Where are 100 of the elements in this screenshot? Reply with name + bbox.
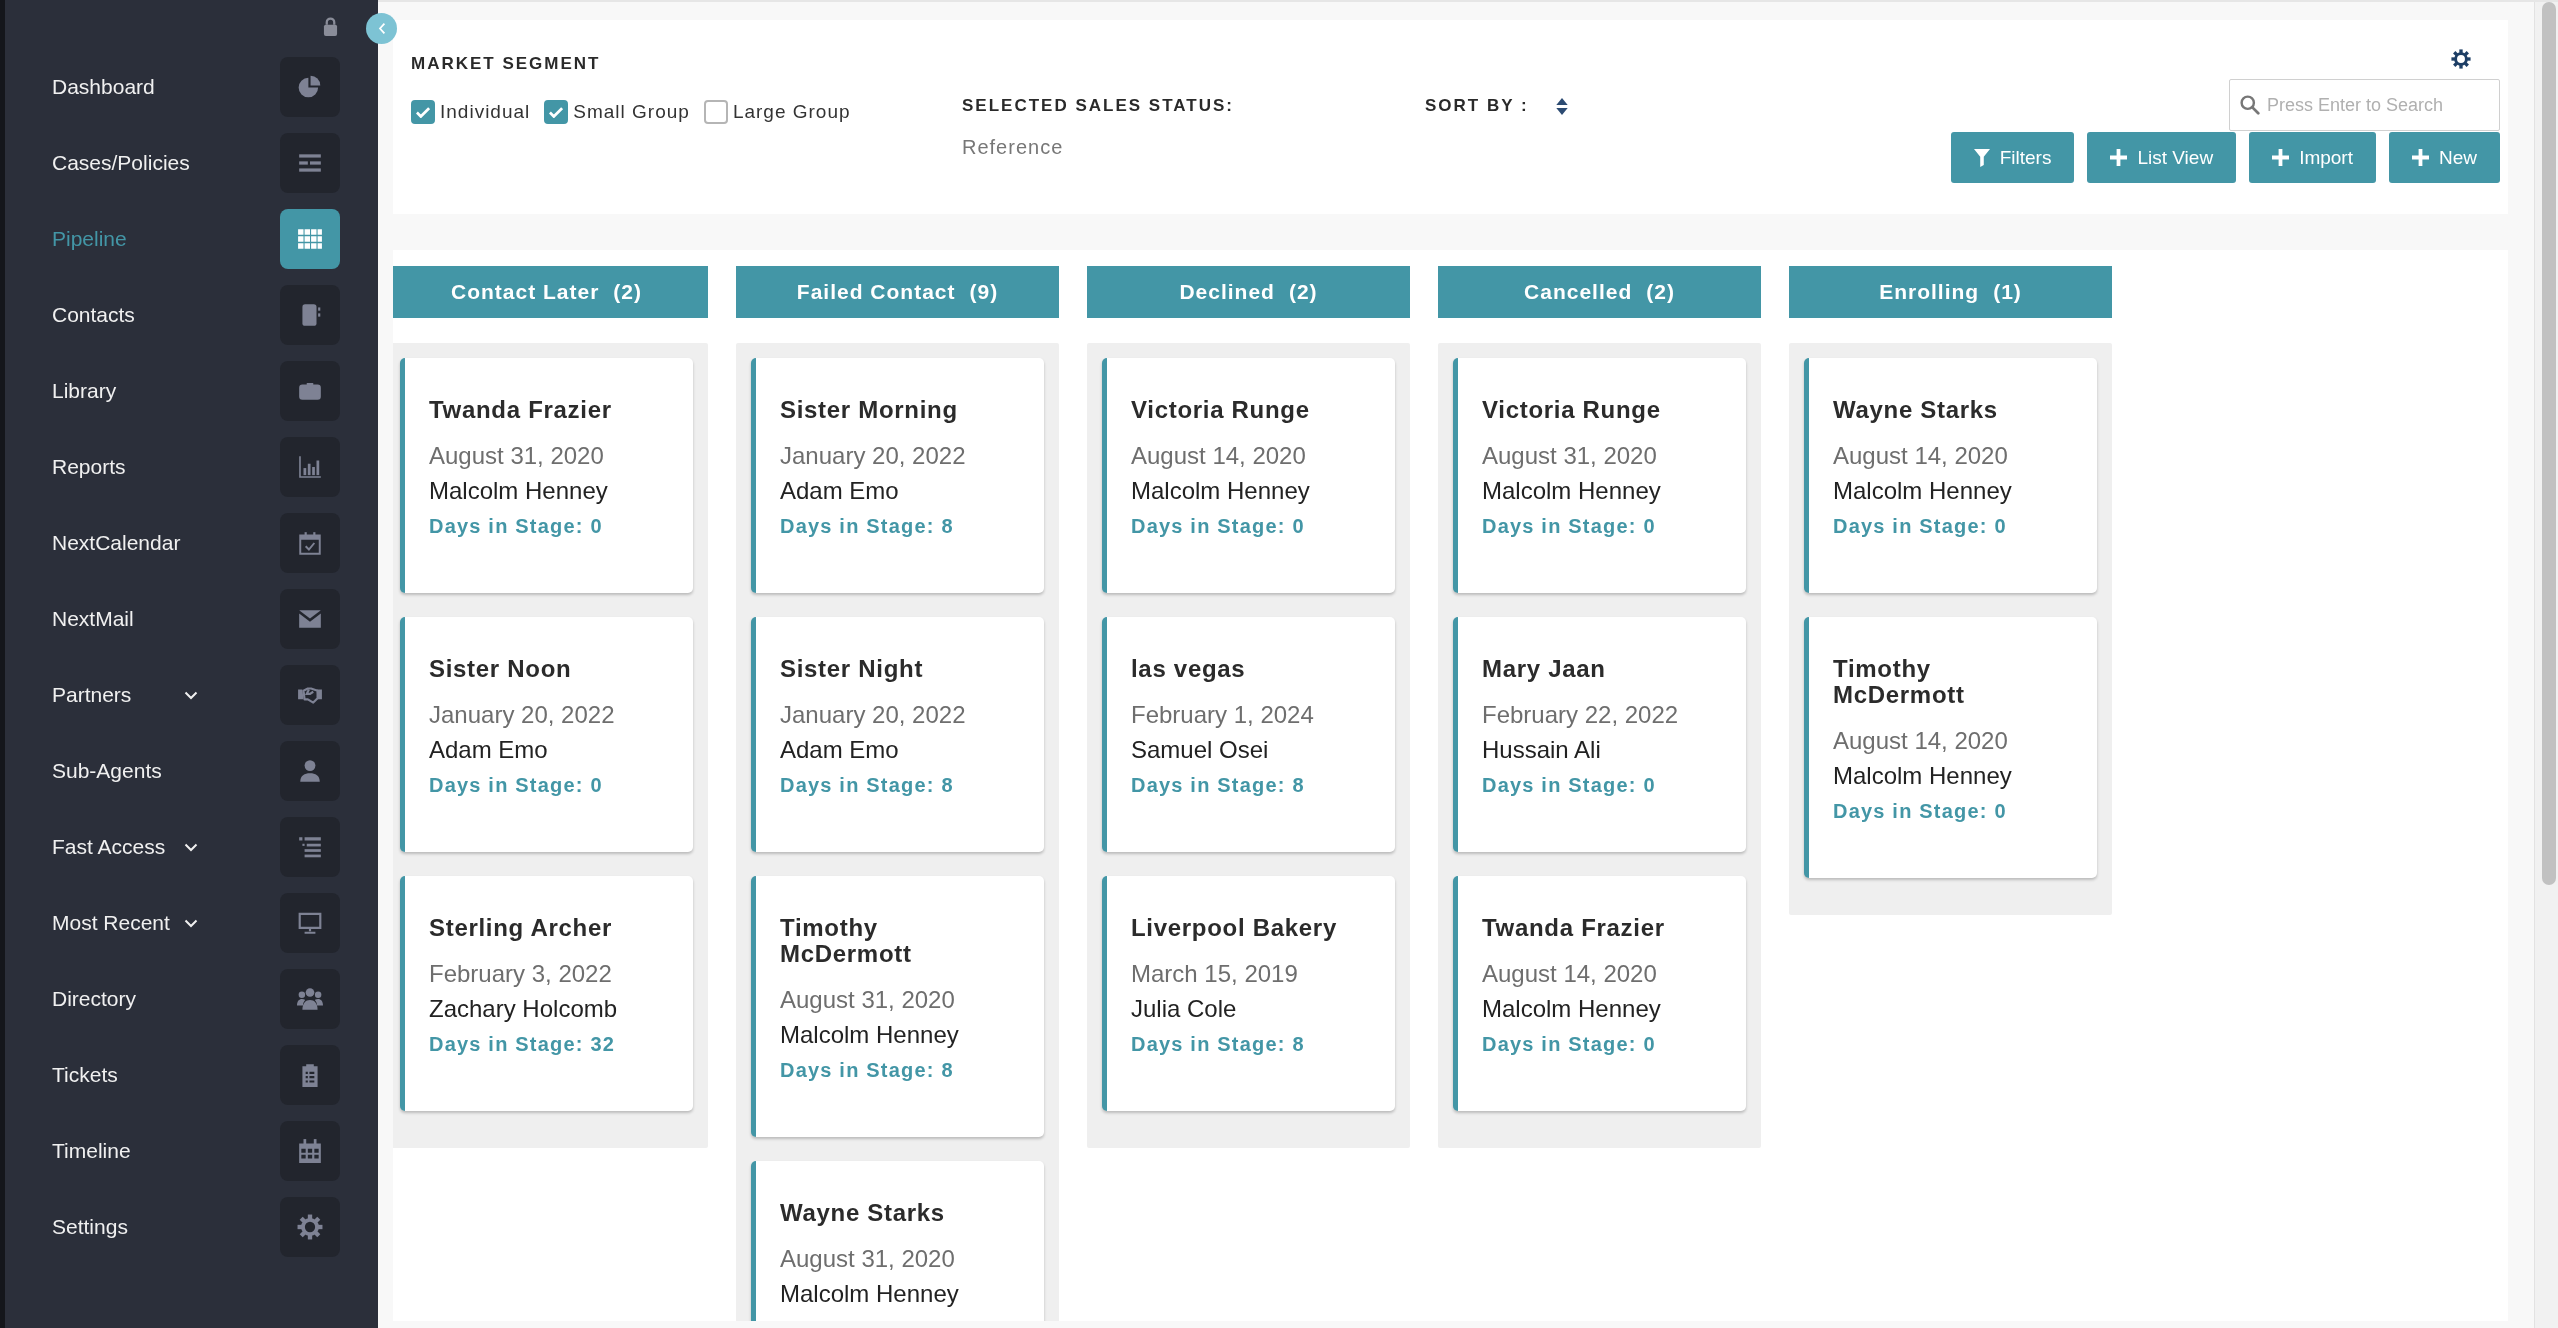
nav-link[interactable]: Tickets: [52, 1063, 118, 1086]
nav-link[interactable]: Reports: [52, 455, 126, 478]
days-in-stage: Days in Stage: 0: [1482, 773, 1657, 798]
lead-card[interactable]: Wayne Starks August 14, 2020 Malcolm Henney Days in Stage: 0: [1804, 358, 2097, 593]
days-in-stage: Days in Stage: 0: [1131, 514, 1306, 539]
card-date: August 31, 2020: [780, 985, 956, 1015]
agent-name: Malcolm Henney: [1131, 476, 1311, 506]
days-in-stage: Days in Stage: 0: [429, 514, 604, 539]
lead-card[interactable]: Sterling Archer February 3, 2022 Zachary Holcomb Days in Stage: 32: [400, 876, 693, 1111]
agent-name: Malcolm Henney: [1482, 994, 1662, 1024]
days-in-stage: Days in Stage: 0: [1482, 514, 1657, 539]
calendar-check-icon[interactable]: [280, 513, 340, 573]
checkbox[interactable]: [411, 100, 435, 124]
lead-card[interactable]: Wayne Starks August 31, 2020 Malcolm Henney: [751, 1161, 1044, 1321]
chevron-down-icon[interactable]: [184, 690, 198, 700]
checkbox-label: Large Group: [732, 101, 851, 123]
nav-link[interactable]: Contacts: [52, 303, 135, 326]
days-in-stage: Days in Stage: 8: [780, 773, 955, 798]
contact-name: Wayne Starks: [780, 1200, 946, 1226]
scrollbar-thumb[interactable]: [2542, 2, 2556, 885]
contact-name: Sister Noon: [429, 656, 573, 682]
grid-icon[interactable]: [280, 209, 340, 269]
lead-card[interactable]: Timothy McDermott August 14, 2020 Malcolm Henney Days in Stage: 0: [1804, 617, 2097, 878]
stage-title: Cancelled: [1524, 280, 1633, 304]
handshake-icon[interactable]: [280, 665, 340, 725]
status-title: SELECTED SALES STATUS:: [962, 95, 1235, 117]
settings-icon[interactable]: [2451, 49, 2471, 69]
contact-name: Sister Night: [780, 656, 925, 682]
card-date: August 14, 2020: [1833, 726, 2009, 756]
calendar-icon[interactable]: [280, 1121, 340, 1181]
bar-chart-icon[interactable]: [280, 437, 340, 497]
lead-card[interactable]: Twanda Frazier August 31, 2020 Malcolm Henney Days in Stage: 0: [400, 358, 693, 593]
card-date: August 14, 2020: [1131, 441, 1307, 471]
card-date: March 15, 2019: [1131, 959, 1299, 989]
check-icon: [416, 106, 430, 118]
contact-name: Victoria Runge: [1482, 397, 1662, 423]
lead-card[interactable]: Mary Jaan February 22, 2022 Hussain Ali Days in Stage: 0: [1453, 617, 1746, 852]
nav-link[interactable]: Cases/Policies: [52, 151, 190, 174]
card-date: August 31, 2020: [780, 1244, 956, 1274]
contact-name: Liverpool Bakery: [1131, 915, 1338, 941]
user-icon[interactable]: [280, 741, 340, 801]
chevron-down-icon[interactable]: [184, 842, 198, 852]
nav-link[interactable]: Pipeline: [52, 227, 127, 250]
lead-card[interactable]: Victoria Runge August 14, 2020 Malcolm Henney Days in Stage: 0: [1102, 358, 1395, 593]
briefcase-icon[interactable]: [280, 361, 340, 421]
lock-icon[interactable]: [323, 17, 338, 36]
days-in-stage: Days in Stage: 8: [1131, 1032, 1306, 1057]
nav-link[interactable]: Dashboard: [52, 75, 155, 98]
clipboard-icon[interactable]: [280, 1045, 340, 1105]
envelope-icon[interactable]: [280, 589, 340, 649]
stage-title: Failed Contact: [796, 280, 956, 304]
lead-card[interactable]: Victoria Runge August 31, 2020 Malcolm Henney Days in Stage: 0: [1453, 358, 1746, 593]
checkbox-label: Small Group: [573, 101, 690, 123]
nav-link[interactable]: Most Recent: [52, 911, 170, 934]
nav-link[interactable]: Sub-Agents: [52, 759, 162, 782]
pie-chart-icon[interactable]: [280, 57, 340, 117]
nav-link[interactable]: Partners: [52, 683, 132, 706]
card-date: January 20, 2022: [780, 700, 967, 730]
lead-card[interactable]: Sister Noon January 20, 2022 Adam Emo Days in Stage: 0: [400, 617, 693, 852]
agent-name: Malcolm Henney: [780, 1279, 960, 1309]
contact-name: Victoria Runge: [1131, 397, 1311, 423]
nav-link[interactable]: Fast Access: [52, 835, 166, 858]
lead-card[interactable]: Liverpool Bakery March 15, 2019 Julia Cole Days in Stage: 8: [1102, 876, 1395, 1111]
sort-icon[interactable]: [1554, 96, 1569, 116]
monitor-icon[interactable]: [280, 893, 340, 953]
contact-name: Timothy McDermott: [1833, 656, 1966, 708]
address-book-icon[interactable]: [280, 285, 340, 345]
users-icon[interactable]: [280, 969, 340, 1029]
lead-card[interactable]: Twanda Frazier August 14, 2020 Malcolm Henney Days in Stage: 0: [1453, 876, 1746, 1111]
days-in-stage: Days in Stage: 8: [780, 1058, 955, 1083]
checkbox[interactable]: [703, 100, 728, 124]
lead-card[interactable]: Sister Night January 20, 2022 Adam Emo Days in Stage: 8: [751, 617, 1044, 852]
lead-card[interactable]: Timothy McDermott August 31, 2020 Malcolm Henney Days in Stage: 8: [751, 876, 1044, 1137]
nav-link[interactable]: Directory: [52, 987, 136, 1010]
nav-link[interactable]: Timeline: [52, 1139, 131, 1162]
search-field[interactable]: Press Enter to Search: [2229, 79, 2500, 131]
chevron-left-icon: [377, 22, 386, 35]
card-date: January 20, 2022: [429, 700, 616, 730]
lead-card[interactable]: Sister Morning January 20, 2022 Adam Emo Days in Stage: 8: [751, 358, 1044, 593]
chevron-down-icon[interactable]: [184, 918, 198, 928]
lines-icon[interactable]: [280, 133, 340, 193]
plus-icon: [2272, 149, 2290, 166]
lead-card[interactable]: las vegas February 1, 2024 Samuel Osei Days in Stage: 8: [1102, 617, 1395, 852]
checkbox-label: Individual: [440, 101, 531, 123]
list-icon[interactable]: [280, 817, 340, 877]
nav-link[interactable]: NextMail: [52, 607, 134, 630]
contact-name: Sister Morning: [780, 397, 959, 423]
contact-name: Twanda Frazier: [429, 397, 613, 423]
nav-link[interactable]: NextCalendar: [52, 531, 181, 554]
collapse-button[interactable]: [366, 13, 397, 44]
nav-link[interactable]: Settings: [52, 1215, 128, 1238]
contact-name: Mary Jaan: [1482, 656, 1607, 682]
days-in-stage: Days in Stage: 8: [1131, 773, 1306, 798]
stage-title: Contact Later: [451, 280, 600, 304]
search-icon: [2239, 94, 2260, 115]
contact-name: Timothy McDermott: [780, 915, 913, 967]
nav-link[interactable]: Library: [52, 379, 117, 402]
days-in-stage: Days in Stage: 0: [1833, 514, 2008, 539]
checkbox[interactable]: [544, 100, 569, 124]
days-in-stage: Days in Stage: 0: [429, 773, 604, 798]
